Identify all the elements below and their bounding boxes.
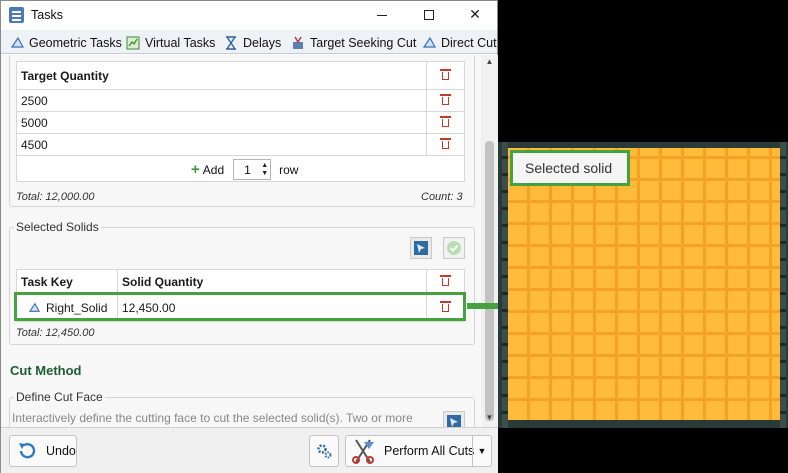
tab-geometric-tasks[interactable]: Geometric Tasks xyxy=(10,33,122,52)
table-header-row: Target Quantity xyxy=(16,61,465,90)
bottom-toolbar: Undo Perform All Cuts ▼ xyxy=(1,427,498,473)
confirm-selection-button[interactable] xyxy=(443,237,465,259)
task-key-header: Task Key xyxy=(16,269,118,295)
table-row: 2500 xyxy=(16,89,465,112)
task-tabs: Geometric Tasks Virtual Tasks Delays Tar… xyxy=(1,30,497,54)
tasks-window: Tasks ✕ Geometric Tasks Virtual Tasks De… xyxy=(0,0,498,473)
settings-button[interactable] xyxy=(309,435,339,467)
undo-icon xyxy=(19,442,36,459)
geometric-tasks-icon xyxy=(10,36,24,50)
tab-delays[interactable]: Delays xyxy=(224,33,281,52)
define-cut-face-legend: Define Cut Face xyxy=(14,390,105,404)
chevron-down-icon[interactable]: ▼ xyxy=(472,436,491,466)
minimize-icon xyxy=(377,14,387,16)
trash-icon xyxy=(440,93,451,105)
row-count-stepper[interactable]: 1 ▲ ▼ xyxy=(233,159,272,180)
maximize-icon xyxy=(424,10,434,21)
target-quantity-header: Target Quantity xyxy=(16,61,427,90)
cut-face-description: Interactively define the cutting face to… xyxy=(12,411,413,425)
perform-all-cuts-label: Perform All Cuts xyxy=(384,444,475,458)
table-header-row: Task Key Solid Quantity xyxy=(16,269,465,295)
tab-direct-cut[interactable]: Direct Cut xyxy=(422,33,497,52)
tab-label: Direct Cut xyxy=(441,35,497,50)
scissors-cut-icon xyxy=(352,439,374,464)
target-cut-icon xyxy=(291,36,305,50)
selected-solid-block[interactable] xyxy=(508,148,780,420)
title-bar: Tasks ✕ xyxy=(1,1,497,30)
target-quantity-cell[interactable]: 2500 xyxy=(16,89,427,112)
row-count-value: 1 xyxy=(244,162,251,177)
tab-label: Geometric Tasks xyxy=(29,35,122,50)
direct-cut-icon xyxy=(422,36,436,50)
trash-icon xyxy=(440,275,451,286)
scroll-thumb[interactable] xyxy=(485,141,494,421)
perform-all-cuts-button[interactable]: Perform All Cuts ▼ xyxy=(345,435,492,467)
target-total: Total: 12,000.00 xyxy=(16,191,95,203)
vertical-scrollbar[interactable]: ▲ ▼ xyxy=(481,55,498,427)
close-icon: ✕ xyxy=(469,6,481,22)
target-count: Count: 3 xyxy=(421,191,463,203)
add-icon: + xyxy=(191,161,200,178)
undo-label: Undo xyxy=(46,444,76,458)
tab-label: Target Seeking Cut xyxy=(310,35,417,50)
delete-row-button[interactable] xyxy=(426,133,465,156)
define-face-button[interactable] xyxy=(443,411,465,427)
trash-icon xyxy=(440,137,451,149)
add-button[interactable]: Add xyxy=(203,163,224,177)
solid-edge-right xyxy=(780,142,786,428)
minimize-button[interactable] xyxy=(359,1,405,30)
table-row: 5000 xyxy=(16,111,465,134)
stepper-arrows-icon[interactable]: ▲ ▼ xyxy=(261,162,268,178)
trash-icon xyxy=(440,68,451,80)
delete-all-button[interactable] xyxy=(426,269,465,295)
tab-label: Delays xyxy=(243,35,282,50)
selected-solid-label: Selected solid xyxy=(510,150,630,186)
pick-solid-button[interactable] xyxy=(410,237,432,259)
add-row-control: + Add 1 ▲ ▼ row xyxy=(191,159,298,180)
solids-total: Total: 12,450.00 xyxy=(16,327,95,339)
target-quantity-cell[interactable]: 5000 xyxy=(16,111,427,134)
scroll-down-icon[interactable]: ▼ xyxy=(481,411,498,425)
check-icon xyxy=(447,241,461,255)
virtual-tasks-icon xyxy=(126,36,140,50)
tab-target-seeking-cut[interactable]: Target Seeking Cut xyxy=(291,33,416,52)
tab-label: Virtual Tasks xyxy=(145,35,216,50)
solid-quantity-header: Solid Quantity xyxy=(117,269,427,295)
hourglass-icon xyxy=(224,35,238,50)
target-quantity-cell[interactable]: 4500 xyxy=(16,133,427,156)
table-row: 4500 xyxy=(16,133,465,156)
delete-row-button[interactable] xyxy=(426,89,465,112)
delete-row-button[interactable] xyxy=(426,111,465,134)
define-face-icon xyxy=(447,415,461,427)
trash-icon xyxy=(440,115,451,127)
undo-button[interactable]: Undo xyxy=(9,435,77,467)
task-content: Target Quantity 2500 5000 4500 + Add 1 ▲… xyxy=(1,55,481,427)
tab-virtual-tasks[interactable]: Virtual Tasks xyxy=(126,33,215,52)
selected-solids-legend: Selected Solids xyxy=(14,220,101,234)
row-label: row xyxy=(279,162,299,177)
delete-all-button[interactable] xyxy=(426,61,465,90)
window-title: Tasks xyxy=(31,8,63,22)
scroll-up-icon[interactable]: ▲ xyxy=(481,55,498,69)
cut-method-title: Cut Method xyxy=(10,363,82,378)
maximize-button[interactable] xyxy=(406,1,452,30)
selected-row-highlight xyxy=(14,292,466,321)
pick-solid-icon xyxy=(414,241,428,255)
close-button[interactable]: ✕ xyxy=(452,1,498,30)
gears-icon xyxy=(317,444,332,459)
tasks-app-icon xyxy=(9,7,24,23)
